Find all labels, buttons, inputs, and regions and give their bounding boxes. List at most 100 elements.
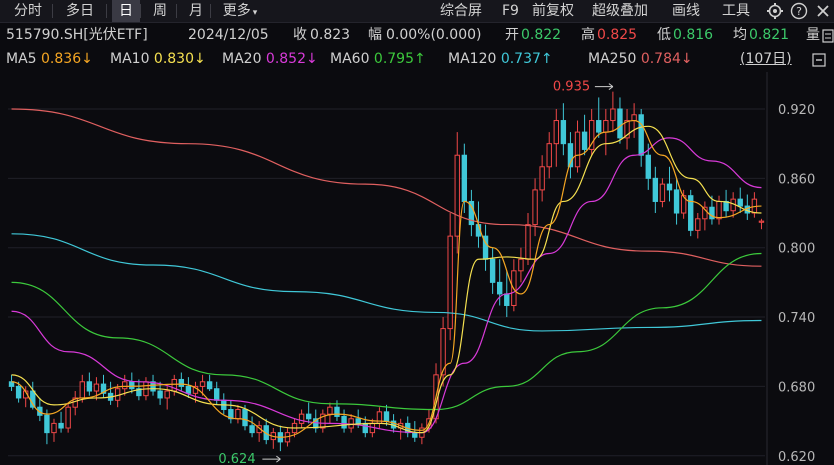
- ma-legend-ma250: MA250 0.784↓: [588, 48, 693, 70]
- candle: [659, 178, 666, 208]
- fq-button[interactable]: 前复权: [532, 0, 574, 22]
- tab-5[interactable]: 更多 ▾: [216, 0, 264, 22]
- period-count[interactable]: (107日): [740, 48, 792, 70]
- tab-3[interactable]: 周: [146, 0, 174, 22]
- candle: [489, 247, 496, 294]
- close-value: 0.823: [310, 27, 351, 43]
- divider: [140, 4, 141, 18]
- candle: [468, 189, 475, 237]
- tab-1[interactable]: 多日: [58, 0, 102, 22]
- ma-legend-ma20: MA20 0.852↓: [222, 48, 318, 70]
- overlay-button[interactable]: 超级叠加: [592, 0, 648, 22]
- divider: [176, 4, 177, 18]
- y-tick-label: 0.740: [778, 311, 815, 326]
- candle: [539, 155, 545, 202]
- vol-tag: 量: [806, 27, 820, 43]
- candle: [178, 372, 185, 392]
- change-value: 0.00%(0.000): [386, 27, 482, 43]
- f9-button[interactable]: F9: [502, 0, 519, 22]
- tab-4[interactable]: 月: [182, 0, 210, 22]
- candle: [610, 91, 616, 133]
- candle: [8, 374, 15, 392]
- candle: [567, 132, 574, 179]
- ma-legend-row: MA5 0.836↓ MA10 0.830↓ MA20 0.852↓ MA60 0.7…: [0, 48, 834, 70]
- candle: [298, 409, 305, 429]
- candle: [447, 213, 453, 341]
- y-tick-label: 0.680: [778, 380, 815, 395]
- ma-legend-name: MA5: [6, 51, 42, 67]
- candle: [723, 189, 729, 218]
- candle: [235, 404, 241, 424]
- ma-legend-value: 0.852↓: [265, 51, 318, 67]
- draw-button[interactable]: 画线: [672, 0, 700, 22]
- candle: [376, 407, 383, 429]
- candle: [744, 194, 751, 220]
- candle: [277, 425, 284, 452]
- candle: [532, 178, 538, 237]
- tab-label: 月: [189, 3, 203, 19]
- candle: [51, 418, 57, 442]
- y-tick-label: 0.920: [778, 103, 815, 118]
- divider: [210, 4, 211, 18]
- candle: [546, 132, 552, 179]
- candle: [228, 400, 234, 424]
- candle: [270, 428, 276, 449]
- candle: [617, 97, 623, 144]
- candle: [688, 189, 694, 237]
- candle: [256, 421, 262, 442]
- close-tag: 收: [293, 27, 307, 43]
- candle: [574, 120, 581, 173]
- candle: [482, 224, 489, 271]
- date-label: 2024/12/05: [188, 27, 269, 43]
- collapse-icon[interactable]: [812, 52, 826, 67]
- candle: [695, 213, 701, 239]
- svg-text:?: ?: [796, 5, 802, 18]
- tab-0[interactable]: 分时: [6, 0, 50, 22]
- candle: [525, 213, 531, 266]
- tool-label: F9: [502, 3, 519, 19]
- open-value: 0.822: [521, 27, 562, 43]
- candle: [129, 372, 135, 394]
- tab-2[interactable]: 日: [112, 0, 140, 22]
- open-tag: 开: [505, 27, 519, 43]
- y-tick-label: 0.800: [778, 242, 815, 257]
- candle: [737, 187, 743, 214]
- max-annotation: 0.935: [553, 80, 590, 95]
- y-tick-label: 0.860: [778, 172, 815, 187]
- candle: [461, 143, 468, 214]
- divider: [52, 4, 53, 18]
- candle: [751, 192, 758, 218]
- candle: [624, 108, 630, 150]
- kline-chart[interactable]: 0.920 0.860 0.800 0.740 0.680 0.620 0.935 0.624: [0, 72, 834, 465]
- ma-legend-name: MA120: [448, 51, 501, 67]
- candle: [716, 195, 722, 225]
- vol-icon[interactable]: [822, 28, 834, 43]
- ma-legend-ma120: MA120 0.737↑: [448, 48, 553, 70]
- gear-icon[interactable]: [766, 2, 784, 20]
- candle: [341, 409, 347, 433]
- tools-button[interactable]: 工具: [722, 0, 750, 22]
- toolbar: 分时 多日日周月更多 ▾ 综合屏 F9 前复权 超级叠加 画线 工具?: [0, 0, 834, 23]
- close-icon[interactable]: [814, 2, 832, 20]
- candle: [206, 374, 213, 392]
- help-icon[interactable]: ?: [790, 2, 808, 20]
- candle: [652, 166, 659, 214]
- candle: [65, 402, 71, 433]
- low-tag: 低: [657, 27, 671, 43]
- ma-line-ma250: [11, 108, 762, 267]
- candle: [249, 416, 255, 438]
- ma-legend-ma10: MA10 0.830↓: [110, 48, 206, 70]
- candle: [107, 381, 114, 405]
- low-value: 0.816: [673, 27, 714, 43]
- candle: [171, 374, 177, 396]
- overview-button[interactable]: 综合屏: [440, 0, 482, 22]
- candle: [263, 418, 269, 445]
- candle: [93, 377, 100, 401]
- candle: [518, 247, 524, 283]
- candle: [58, 411, 64, 433]
- ma-legend-value: 0.737↑: [500, 51, 553, 67]
- candle: [214, 381, 220, 405]
- candle: [37, 397, 43, 422]
- ma-legend-value: 0.836↓: [41, 51, 93, 67]
- candle: [581, 114, 588, 156]
